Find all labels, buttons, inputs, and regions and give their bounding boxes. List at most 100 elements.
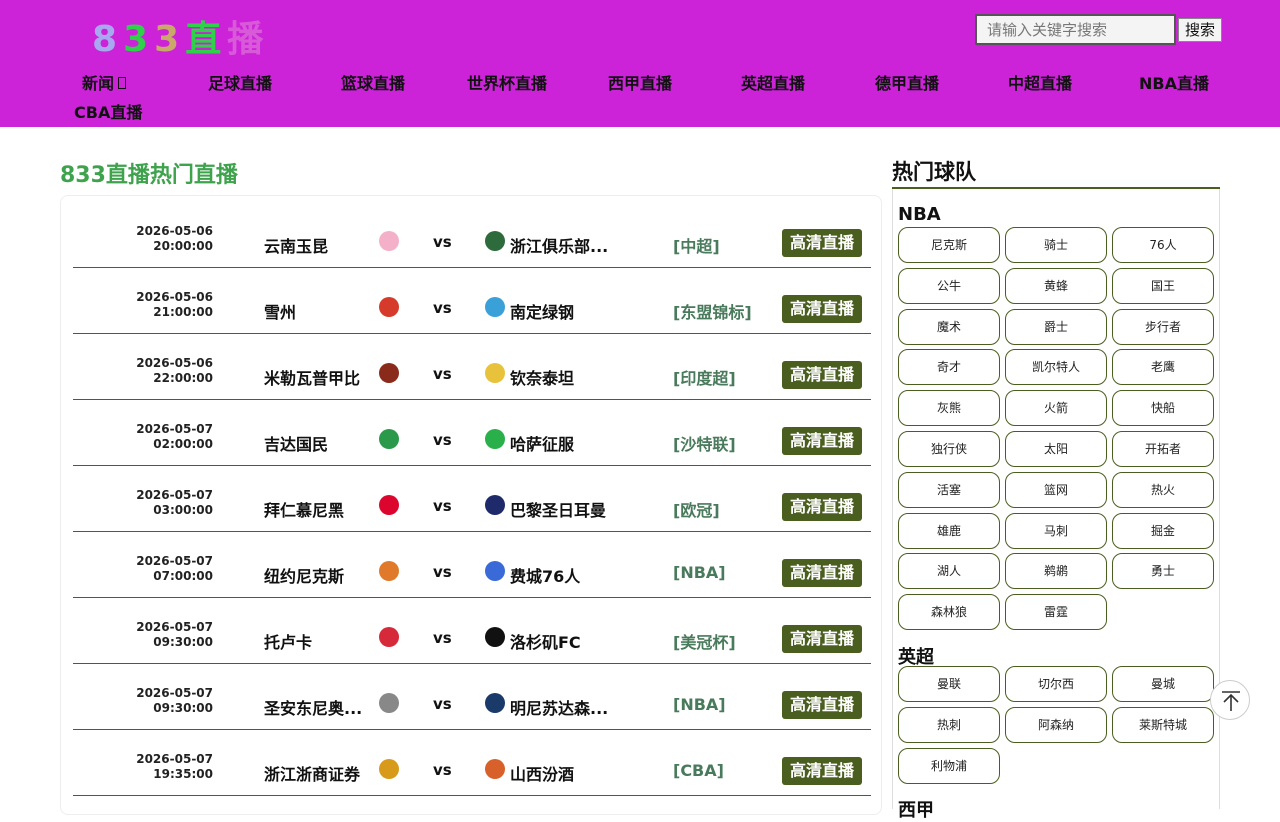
team-button[interactable]: 骑士 bbox=[1005, 227, 1107, 263]
nav-item[interactable]: 篮球直播 bbox=[341, 70, 405, 94]
away-team[interactable]: 钦奈泰坦 bbox=[510, 365, 574, 389]
team-button[interactable]: 76人 bbox=[1112, 227, 1214, 263]
away-team[interactable]: 费城76人 bbox=[510, 563, 580, 587]
team-button[interactable]: 独行侠 bbox=[898, 431, 1000, 467]
team-button[interactable]: 国王 bbox=[1112, 267, 1214, 304]
home-team[interactable]: 吉达国民 bbox=[264, 431, 328, 455]
away-team[interactable]: 明尼苏达森... bbox=[510, 695, 608, 719]
search-input[interactable] bbox=[975, 14, 1176, 45]
team-button[interactable]: 曼联 bbox=[898, 666, 1000, 702]
team-button[interactable]: 雷霆 bbox=[1005, 594, 1107, 631]
nav-item[interactable]: CBA直播 bbox=[74, 99, 142, 123]
away-team[interactable]: 浙江俱乐部... bbox=[510, 233, 608, 257]
watch-live-button[interactable]: 高清直播 bbox=[782, 691, 862, 719]
away-team-logo-icon bbox=[485, 759, 505, 779]
nav-item-label: 英超直播 bbox=[741, 74, 806, 93]
league-label[interactable]: [NBA] bbox=[673, 563, 726, 582]
away-team-logo-icon bbox=[485, 627, 505, 647]
team-button[interactable]: 公牛 bbox=[898, 267, 1000, 304]
nav-item-label: 篮球直播 bbox=[341, 74, 406, 93]
team-button[interactable]: 尼克斯 bbox=[898, 227, 1000, 263]
watch-live-button[interactable]: 高清直播 bbox=[782, 625, 862, 653]
team-button[interactable]: 火箭 bbox=[1005, 390, 1107, 427]
watch-live-button[interactable]: 高清直播 bbox=[782, 361, 862, 389]
team-button[interactable]: 阿森纳 bbox=[1005, 706, 1107, 743]
logo-char: 3 bbox=[154, 19, 186, 60]
watch-live-button[interactable]: 高清直播 bbox=[782, 757, 862, 785]
league-label[interactable]: [NBA] bbox=[673, 695, 726, 714]
team-button[interactable]: 快船 bbox=[1112, 390, 1214, 427]
team-button[interactable]: 掘金 bbox=[1112, 512, 1214, 549]
team-button[interactable]: 热火 bbox=[1112, 471, 1214, 508]
nav-item[interactable]: 西甲直播 bbox=[608, 70, 672, 94]
match-date: 2026-05-07 bbox=[136, 620, 213, 634]
league-label[interactable]: [东盟锦标] bbox=[673, 299, 752, 323]
team-button[interactable]: 篮网 bbox=[1005, 471, 1107, 508]
away-team[interactable]: 哈萨征服 bbox=[510, 431, 574, 455]
away-team[interactable]: 山西汾酒 bbox=[510, 761, 574, 785]
league-label[interactable]: [欧冠] bbox=[673, 497, 720, 521]
team-button[interactable]: 曼城 bbox=[1112, 666, 1214, 702]
team-button[interactable]: 莱斯特城 bbox=[1112, 706, 1214, 743]
back-to-top-button[interactable] bbox=[1210, 680, 1250, 720]
site-logo[interactable]: 833直播 bbox=[92, 10, 269, 62]
match-datetime: 2026-05-07 09:30:00 bbox=[133, 686, 213, 716]
nav-item[interactable]: 足球直播 bbox=[208, 70, 272, 94]
team-button[interactable]: 老鹰 bbox=[1112, 349, 1214, 386]
match-row: 2026-05-07 07:00:00 纽约尼克斯 vs 费城76人 [NBA] 高清直播 bbox=[73, 532, 871, 598]
nav-item[interactable]: 德甲直播 bbox=[875, 70, 939, 94]
team-button[interactable]: 魔术 bbox=[898, 308, 1000, 345]
home-team[interactable]: 云南玉昆 bbox=[264, 233, 328, 257]
watch-live-button[interactable]: 高清直播 bbox=[782, 493, 862, 521]
team-button[interactable]: 利物浦 bbox=[898, 747, 1000, 784]
nav-item[interactable]: 新闻 bbox=[82, 70, 127, 94]
watch-live-button[interactable]: 高清直播 bbox=[782, 559, 862, 587]
team-button[interactable]: 活塞 bbox=[898, 471, 1000, 508]
home-team[interactable]: 圣安东尼奥... bbox=[264, 695, 362, 719]
team-button[interactable]: 雄鹿 bbox=[898, 512, 1000, 549]
home-team[interactable]: 米勒瓦普甲比 bbox=[264, 365, 360, 389]
match-time: 03:00:00 bbox=[153, 503, 213, 517]
home-team[interactable]: 雪州 bbox=[264, 299, 296, 323]
watch-live-button[interactable]: 高清直播 bbox=[782, 229, 862, 257]
team-button[interactable]: 灰熊 bbox=[898, 390, 1000, 427]
away-team[interactable]: 洛杉矶FC bbox=[510, 629, 581, 653]
team-button[interactable]: 凯尔特人 bbox=[1005, 349, 1107, 386]
watch-live-button[interactable]: 高清直播 bbox=[782, 295, 862, 323]
away-team[interactable]: 南定绿钢 bbox=[510, 299, 574, 323]
team-button[interactable]: 马刺 bbox=[1005, 512, 1107, 549]
league-label[interactable]: [美冠杯] bbox=[673, 629, 736, 653]
team-button[interactable]: 勇士 bbox=[1112, 553, 1214, 590]
nav-item[interactable]: 英超直播 bbox=[741, 70, 805, 94]
team-button[interactable]: 太阳 bbox=[1005, 431, 1107, 467]
league-label[interactable]: [印度超] bbox=[673, 365, 736, 389]
nav-item[interactable]: NBA直播 bbox=[1139, 70, 1209, 94]
search-button[interactable]: 搜索 bbox=[1178, 17, 1223, 42]
vs-label: vs bbox=[433, 365, 452, 383]
home-team[interactable]: 纽约尼克斯 bbox=[264, 563, 344, 587]
home-team[interactable]: 浙江浙商证券 bbox=[264, 761, 360, 785]
team-button[interactable]: 森林狼 bbox=[898, 594, 1000, 631]
away-team[interactable]: 巴黎圣日耳曼 bbox=[510, 497, 606, 521]
home-team[interactable]: 拜仁慕尼黑 bbox=[264, 497, 344, 521]
site-header: 833直播 搜索 新闻 足球直播 篮球直播 世界杯直播 西甲直播 英超直播 德甲直播 中超直播… bbox=[0, 0, 1280, 127]
team-button[interactable]: 切尔西 bbox=[1005, 666, 1107, 702]
match-date: 2026-05-07 bbox=[136, 554, 213, 568]
team-button[interactable]: 奇才 bbox=[898, 349, 1000, 386]
team-button[interactable]: 鹈鹕 bbox=[1005, 553, 1107, 590]
team-button[interactable]: 湖人 bbox=[898, 553, 1000, 590]
league-label[interactable]: [中超] bbox=[673, 233, 720, 257]
nav-item[interactable]: 中超直播 bbox=[1008, 70, 1072, 94]
team-button[interactable]: 步行者 bbox=[1112, 308, 1214, 345]
home-team[interactable]: 托卢卡 bbox=[264, 629, 312, 653]
team-button[interactable]: 爵士 bbox=[1005, 308, 1107, 345]
league-label[interactable]: [沙特联] bbox=[673, 431, 736, 455]
team-button[interactable]: 开拓者 bbox=[1112, 431, 1214, 467]
home-team-logo-icon bbox=[379, 363, 399, 383]
league-label[interactable]: [CBA] bbox=[673, 761, 724, 780]
watch-live-button[interactable]: 高清直播 bbox=[782, 427, 862, 455]
arrow-up-icon bbox=[1222, 691, 1240, 711]
team-button[interactable]: 热刺 bbox=[898, 706, 1000, 743]
team-button[interactable]: 黄蜂 bbox=[1005, 267, 1107, 304]
nav-item[interactable]: 世界杯直播 bbox=[467, 70, 547, 94]
